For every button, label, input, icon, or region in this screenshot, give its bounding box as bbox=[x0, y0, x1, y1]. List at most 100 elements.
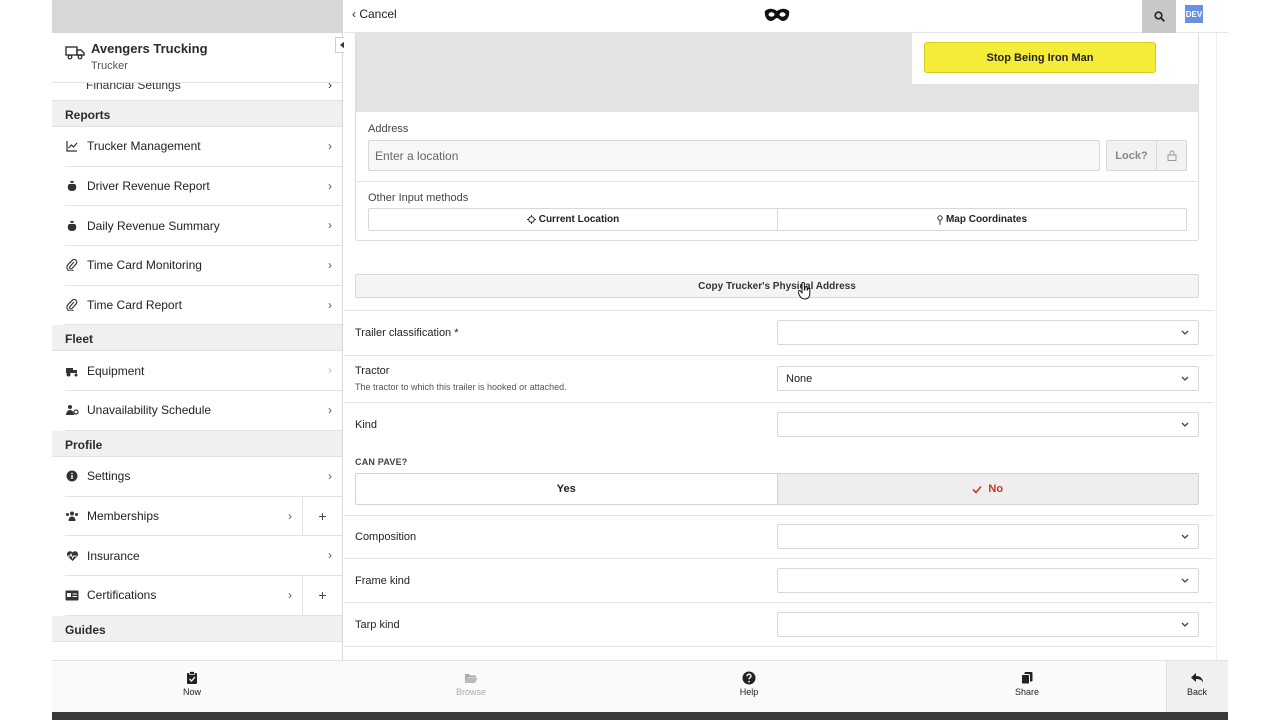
sidebar-item-time-card-monitoring[interactable]: Time Card Monitoring › bbox=[65, 246, 342, 286]
trailer-classification-select[interactable] bbox=[777, 320, 1199, 345]
sidebar-item-label: Equipment bbox=[87, 363, 145, 378]
frame-kind-label: Frame kind bbox=[355, 575, 411, 587]
divider bbox=[344, 515, 1214, 516]
app-window: Avengers Trucking Trucker Financial Sett… bbox=[52, 0, 1228, 720]
org-header[interactable]: Avengers Trucking Trucker bbox=[52, 33, 342, 83]
dev-badge[interactable]: DEV bbox=[1185, 5, 1203, 23]
sidebar-item-settings[interactable]: Settings › bbox=[65, 457, 342, 497]
no-label: No bbox=[988, 483, 1004, 495]
nav-browse-label: Browse bbox=[455, 687, 486, 697]
sidebar-item-label: Trucker Management bbox=[87, 139, 201, 154]
sidebar-item-label: Time Card Report bbox=[87, 298, 182, 313]
copy-icon bbox=[1021, 672, 1033, 685]
divider bbox=[356, 181, 1198, 182]
can-pave-toggle: Yes No bbox=[355, 473, 1199, 505]
folder-open-icon bbox=[465, 674, 478, 683]
chevron-left-icon: ‹ bbox=[352, 7, 356, 21]
chevron-right-icon: › bbox=[328, 468, 332, 483]
kind-label: Kind bbox=[355, 419, 378, 431]
tractor-select[interactable]: None bbox=[777, 366, 1199, 391]
sidebar: Avengers Trucking Trucker Financial Sett… bbox=[52, 0, 343, 660]
sidebar-item-label: Insurance bbox=[87, 548, 140, 563]
sidebar-item-insurance[interactable]: Insurance › bbox=[65, 536, 342, 576]
nav-back[interactable]: Back bbox=[1167, 671, 1227, 697]
sidebar-item-certifications[interactable]: Certifications › + bbox=[65, 575, 342, 616]
nav-help[interactable]: Help bbox=[719, 671, 779, 697]
lock-button[interactable]: Lock? bbox=[1106, 140, 1187, 171]
map-coordinates-label: Map Coordinates bbox=[945, 214, 1028, 225]
sidebar-item-label: Settings bbox=[87, 469, 131, 484]
org-role: Trucker bbox=[91, 60, 128, 72]
address-input[interactable]: Enter a location bbox=[368, 140, 1100, 171]
section-profile: Profile bbox=[52, 430, 342, 457]
section-guides: Guides bbox=[52, 615, 342, 642]
sidebar-item-unavailability-schedule[interactable]: Unavailability Schedule › bbox=[65, 391, 342, 431]
money-bag-icon bbox=[65, 219, 79, 233]
paperclip-icon bbox=[65, 258, 79, 272]
chevron-right-icon: › bbox=[328, 363, 332, 378]
sidebar-item-label: Daily Revenue Summary bbox=[87, 218, 220, 233]
tractor-icon bbox=[65, 364, 79, 378]
sidebar-item-memberships[interactable]: Memberships › + bbox=[65, 496, 342, 537]
mask-logo-icon bbox=[764, 8, 790, 21]
org-name: Avengers Trucking bbox=[91, 41, 208, 56]
can-pave-yes-button[interactable]: Yes bbox=[356, 474, 777, 504]
chevron-down-icon bbox=[1181, 622, 1189, 627]
section-fleet: Fleet bbox=[52, 325, 342, 352]
cancel-label: Cancel bbox=[359, 7, 397, 21]
nav-share[interactable]: Share bbox=[997, 671, 1057, 697]
map-coordinates-button[interactable]: Map Coordinates bbox=[777, 209, 1186, 230]
sidebar-item-label: Driver Revenue Report bbox=[87, 179, 210, 194]
chevron-right-icon: › bbox=[328, 139, 332, 153]
input-methods-group: Current Location Map Coordinates bbox=[368, 208, 1187, 231]
nav-now[interactable]: Now bbox=[162, 671, 222, 697]
composition-label: Composition bbox=[355, 531, 417, 543]
bottom-nav: Now Browse Help Share Back bbox=[52, 660, 1228, 713]
add-certification-button[interactable]: + bbox=[302, 575, 342, 615]
current-location-label: Current Location bbox=[538, 214, 620, 225]
copy-trucker-address-button[interactable]: Copy Trucker's Physical Address bbox=[355, 274, 1199, 298]
chevron-right-icon: › bbox=[328, 258, 332, 273]
address-label: Address bbox=[368, 123, 409, 135]
chevron-right-icon: › bbox=[288, 587, 292, 602]
frame-kind-select[interactable] bbox=[777, 568, 1199, 593]
sidebar-item-daily-revenue-summary[interactable]: Daily Revenue Summary › bbox=[65, 206, 342, 247]
tractor-help-text: The tractor to which this trailer is hoo… bbox=[355, 382, 567, 392]
reply-arrow-icon bbox=[1191, 673, 1203, 683]
sidebar-item-label: Unavailability Schedule bbox=[87, 403, 212, 418]
tarp-kind-select[interactable] bbox=[777, 612, 1199, 637]
trailer-classification-label: Trailer classification * bbox=[355, 327, 459, 339]
nav-share-label: Share bbox=[1014, 687, 1040, 697]
stop-being-iron-man-button[interactable]: Stop Being Iron Man bbox=[924, 42, 1156, 73]
paperclip-icon bbox=[65, 298, 79, 312]
can-pave-no-button[interactable]: No bbox=[776, 474, 1198, 504]
sidebar-item-equipment[interactable]: Equipment › bbox=[65, 351, 342, 392]
divider bbox=[344, 646, 1214, 647]
section-reports: Reports bbox=[52, 101, 342, 127]
search-button[interactable] bbox=[1142, 0, 1176, 33]
kind-select[interactable] bbox=[777, 412, 1199, 437]
current-location-button[interactable]: Current Location bbox=[369, 209, 777, 230]
chevron-down-icon bbox=[1181, 534, 1189, 539]
chevron-right-icon: › bbox=[328, 297, 332, 312]
sidebar-item-driver-revenue-report[interactable]: Driver Revenue Report › bbox=[65, 167, 342, 207]
scrollbar-track[interactable] bbox=[1216, 33, 1228, 660]
chevron-right-icon: › bbox=[288, 508, 292, 523]
chevron-right-icon: › bbox=[328, 178, 332, 193]
composition-select[interactable] bbox=[777, 524, 1199, 549]
add-membership-button[interactable]: + bbox=[302, 496, 342, 536]
sidebar-item-label: Time Card Monitoring bbox=[87, 258, 202, 273]
nav-help-label: Help bbox=[739, 687, 759, 697]
chevron-down-icon bbox=[1181, 422, 1189, 427]
sidebar-item-time-card-report[interactable]: Time Card Report › bbox=[65, 286, 342, 326]
hand-cursor-icon bbox=[798, 282, 811, 300]
nav-now-label: Now bbox=[182, 687, 201, 697]
cancel-button[interactable]: ‹ Cancel bbox=[352, 7, 397, 21]
sidebar-item-trucker-management[interactable]: Trucker Management › bbox=[65, 127, 342, 167]
divider bbox=[344, 402, 1214, 403]
nav-back-label: Back bbox=[1186, 687, 1207, 697]
sidebar-item-financial-settings[interactable]: Financial Settings › bbox=[52, 83, 342, 101]
divider bbox=[344, 602, 1214, 603]
money-bag-icon bbox=[65, 179, 79, 193]
nav-browse[interactable]: Browse bbox=[441, 671, 501, 697]
